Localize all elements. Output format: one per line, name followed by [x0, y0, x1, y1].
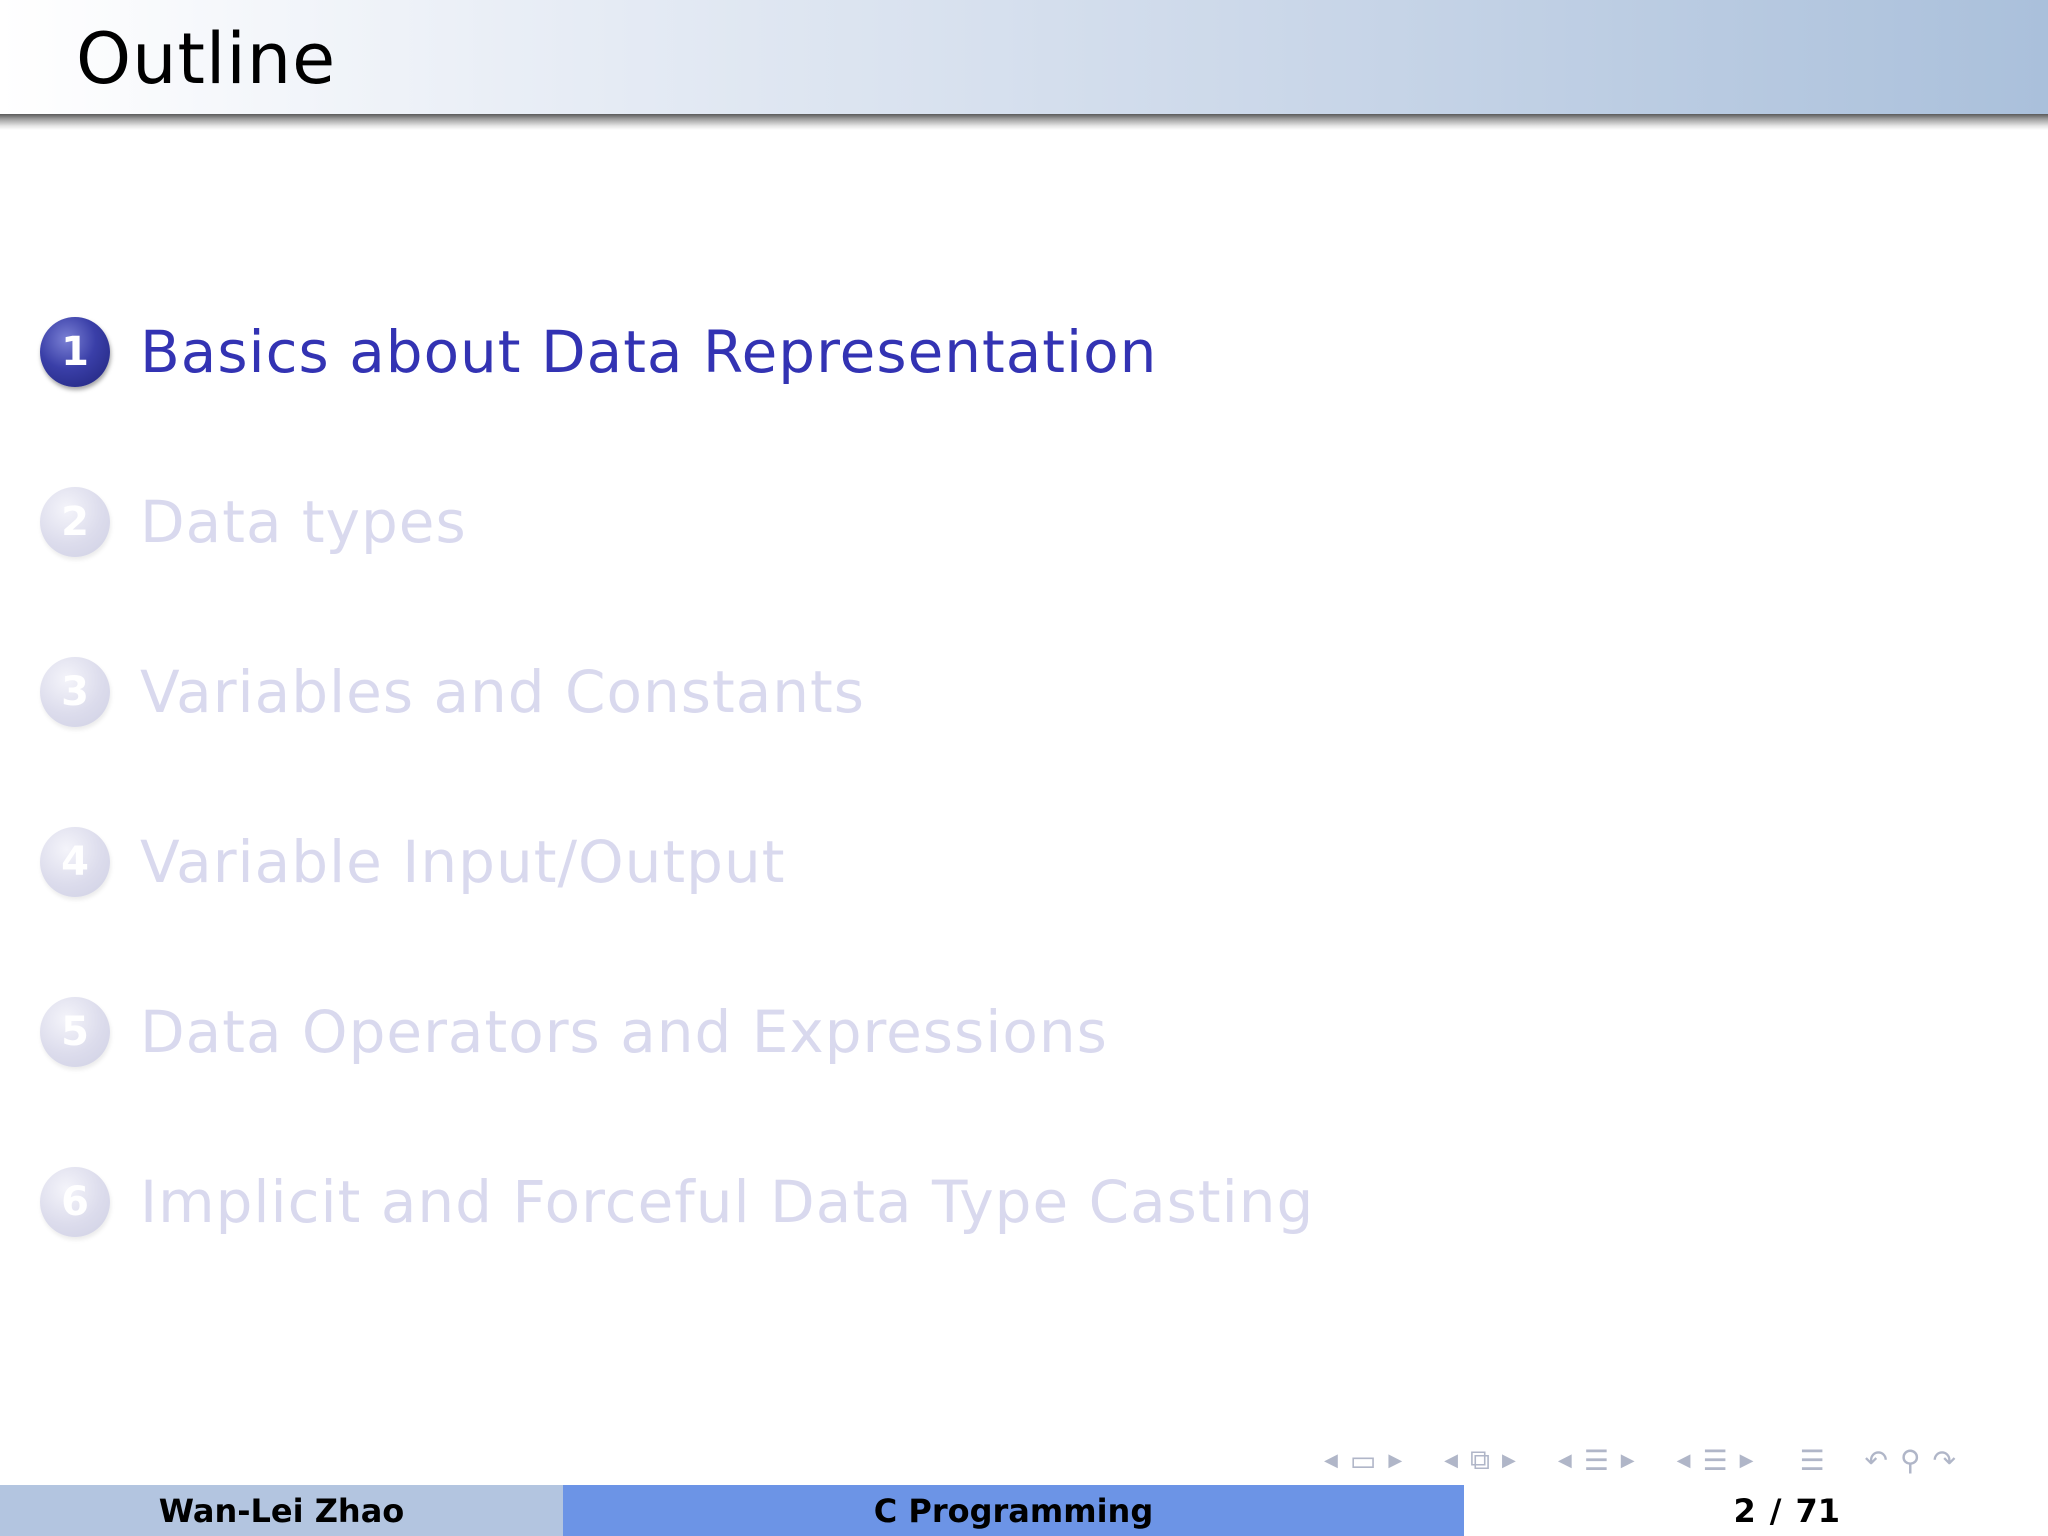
document-icon[interactable]: ☰ — [1702, 1444, 1727, 1477]
nav-document-group: ◀ ☰ ▶ — [1673, 1444, 1758, 1477]
next-document-icon[interactable]: ▶ — [1740, 1450, 1754, 1471]
toc-label: Variables and Constants — [140, 658, 866, 726]
nav-section-group: ◀ ☰ ▶ — [1554, 1444, 1639, 1477]
next-section-icon[interactable]: ▶ — [1621, 1450, 1635, 1471]
toc-number-badge: 4 — [40, 827, 110, 897]
nav-subsection-group: ◀ ⧉ ▶ — [1440, 1443, 1520, 1477]
toc-label: Basics about Data Representation — [140, 318, 1158, 386]
toc-label: Variable Input/Output — [140, 828, 786, 896]
toc-item-2[interactable]: 2 Data types — [40, 477, 467, 567]
page-current: 2 — [1733, 1491, 1756, 1530]
frame-icon[interactable]: ▭ — [1350, 1444, 1376, 1477]
undo-icon[interactable]: ↶ — [1865, 1444, 1888, 1477]
footer-page-number: 2 / 71 — [1464, 1485, 2048, 1536]
toc-number-badge: 5 — [40, 997, 110, 1067]
toc-item-4[interactable]: 4 Variable Input/Output — [40, 817, 785, 907]
nav-tools: ↶ ⚲ ↷ — [1859, 1444, 1962, 1477]
toc-label: Data Operators and Expressions — [140, 998, 1108, 1066]
page-separator: / — [1769, 1491, 1782, 1530]
toc-item-1[interactable]: 1 Basics about Data Representation — [40, 307, 1157, 397]
menu-icon[interactable]: ☰ — [1799, 1444, 1824, 1477]
next-frame-icon[interactable]: ▶ — [1388, 1450, 1402, 1471]
toc-number-badge: 1 — [40, 317, 110, 387]
nav-frame-group: ◀ ▭ ▶ — [1320, 1444, 1406, 1477]
footer-title: C Programming — [563, 1485, 1464, 1536]
toc-number-badge: 3 — [40, 657, 110, 727]
search-icon[interactable]: ⚲ — [1900, 1444, 1921, 1477]
section-icon[interactable]: ☰ — [1584, 1444, 1609, 1477]
previous-section-icon[interactable]: ◀ — [1558, 1450, 1572, 1471]
beamer-navigation-bar: ◀ ▭ ▶ ◀ ⧉ ▶ ◀ ☰ ▶ ◀ ☰ ▶ ☰ ↶ ⚲ ↷ — [1320, 1440, 2040, 1480]
toc-item-5[interactable]: 5 Data Operators and Expressions — [40, 987, 1108, 1077]
previous-subsection-icon[interactable]: ◀ — [1444, 1450, 1458, 1471]
toc-item-6[interactable]: 6 Implicit and Forceful Data Type Castin… — [40, 1157, 1314, 1247]
previous-document-icon[interactable]: ◀ — [1677, 1450, 1691, 1471]
table-of-contents: 1 Basics about Data Representation 2 Dat… — [0, 0, 2048, 1300]
toc-number-badge: 6 — [40, 1167, 110, 1237]
toc-label: Data types — [140, 488, 467, 556]
footer-author: Wan-Lei Zhao — [0, 1485, 563, 1536]
page-total: 71 — [1795, 1491, 1840, 1530]
redo-icon[interactable]: ↷ — [1933, 1444, 1956, 1477]
previous-frame-icon[interactable]: ◀ — [1324, 1450, 1338, 1471]
toc-number-badge: 2 — [40, 487, 110, 557]
toc-item-3[interactable]: 3 Variables and Constants — [40, 647, 865, 737]
subsection-icon[interactable]: ⧉ — [1470, 1443, 1490, 1477]
next-subsection-icon[interactable]: ▶ — [1502, 1450, 1516, 1471]
toc-label: Implicit and Forceful Data Type Casting — [140, 1168, 1315, 1236]
footer: Wan-Lei Zhao C Programming 2 / 71 — [0, 1485, 2048, 1536]
